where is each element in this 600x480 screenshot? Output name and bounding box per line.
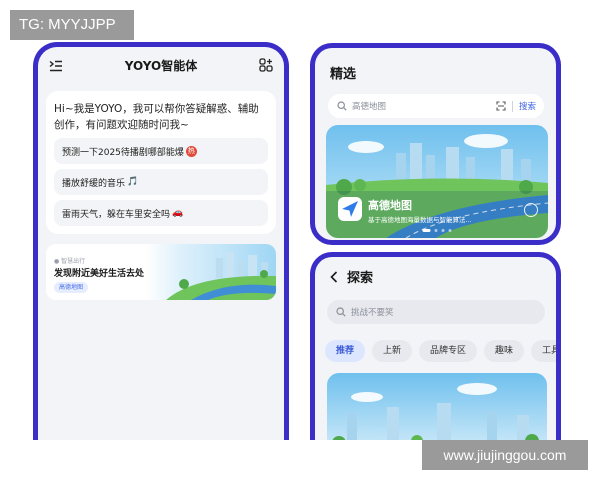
carousel-dot[interactable]	[441, 229, 445, 232]
suggestion-text: 预测一下2025待播剧哪部能爆	[62, 147, 184, 158]
featured-screen: 精选 高德地图 搜索 高德地图 基于高德地图海量数据与智能算法...	[315, 48, 556, 240]
featured-banner[interactable]: 高德地图 基于高德地图海量数据与智能算法...	[326, 125, 548, 238]
page-title: 精选	[330, 67, 357, 82]
pill-fun[interactable]: 趣味	[484, 340, 525, 362]
promo-chip: 高德地图	[54, 282, 89, 293]
music-note-icon: 🎵	[127, 177, 139, 187]
banner-title: 高德地图	[368, 199, 412, 212]
watermark-top-left: TG: MYYJJPP	[10, 10, 134, 40]
scan-icon[interactable]	[496, 101, 506, 111]
phone-frame-yoyo: YOYO智能体 Hi~我是YOYO，我可以帮你答疑解惑、辅助创作，有问题欢迎随时…	[33, 42, 289, 440]
promo-category: ● 智慧出行	[54, 258, 86, 265]
suggestion-item[interactable]: 预测一下2025待播剧哪部能爆 热	[54, 138, 268, 164]
search-placeholder: 挑战不要笑	[351, 308, 394, 318]
pill-tools[interactable]: 工具	[531, 340, 556, 362]
suggestion-item[interactable]: 雷雨天气，躲在车里安全吗 🚗	[54, 200, 268, 226]
page-title: YOYO智能体	[124, 58, 198, 73]
phone-frame-explore: 探索 挑战不要笑 推荐 上新 品牌专区 趣味 工具	[310, 252, 561, 440]
suggestion-text: 播放舒缓的音乐	[62, 178, 126, 189]
amap-logo	[338, 197, 362, 221]
navigation-arrow-icon	[342, 201, 358, 217]
search-icon	[337, 101, 347, 111]
explore-header: 探索	[329, 267, 373, 286]
suggestion-text: 雷雨天气，躲在车里安全吗	[62, 209, 171, 220]
apps-icon[interactable]	[259, 58, 273, 72]
hot-badge: 热	[185, 145, 197, 157]
banner-subtitle: 基于高德地图海量数据与智能算法...	[368, 216, 472, 224]
promo-illustration	[146, 244, 276, 300]
play-icon[interactable]	[524, 203, 538, 217]
search-icon	[336, 307, 346, 317]
pill-recommended[interactable]: 推荐	[325, 340, 366, 362]
search-divider	[511, 100, 513, 112]
watermark-bottom-right: www.jiujinggou.com	[422, 440, 588, 470]
carousel-dot[interactable]	[422, 229, 431, 232]
search-bar[interactable]: 挑战不要笑	[327, 300, 545, 324]
yoyo-screen: YOYO智能体 Hi~我是YOYO，我可以帮你答疑解惑、辅助创作，有问题欢迎随时…	[38, 47, 284, 440]
greeting-card: Hi~我是YOYO，我可以帮你答疑解惑、辅助创作，有问题欢迎随时问我~ 预测一下…	[46, 91, 276, 234]
pill-brand-zone[interactable]: 品牌专区	[419, 340, 478, 362]
car-icon: 🚗	[172, 208, 184, 218]
explore-screen: 探索 挑战不要笑 推荐 上新 品牌专区 趣味 工具	[315, 257, 556, 440]
back-arrow-icon[interactable]	[329, 270, 339, 283]
suggestion-item[interactable]: 播放舒缓的音乐 🎵	[54, 169, 268, 195]
menu-expand-icon[interactable]	[49, 60, 63, 72]
search-placeholder: 高德地图	[352, 102, 387, 112]
promo-card[interactable]: ● 智慧出行 发现附近美好生活去处 高德地图	[46, 244, 276, 300]
explore-banner[interactable]	[327, 373, 547, 440]
pill-new[interactable]: 上新	[372, 340, 413, 362]
category-pills: 推荐 上新 品牌专区 趣味 工具	[325, 340, 556, 362]
yoyo-topbar: YOYO智能体	[38, 47, 284, 83]
explore-banner-illustration	[327, 373, 547, 440]
search-button[interactable]: 搜索	[519, 100, 536, 112]
promo-title: 发现附近美好生活去处	[54, 269, 145, 279]
page-title: 探索	[347, 271, 374, 286]
greeting-text: Hi~我是YOYO，我可以帮你答疑解惑、辅助创作，有问题欢迎随时问我~	[54, 103, 259, 131]
phone-frame-featured: 精选 高德地图 搜索 高德地图 基于高德地图海量数据与智能算法...	[310, 43, 561, 245]
carousel-dot[interactable]	[448, 229, 452, 232]
carousel-dot[interactable]	[434, 229, 438, 232]
search-bar[interactable]: 高德地图 搜索	[328, 94, 544, 118]
carousel-indicator	[421, 229, 454, 232]
